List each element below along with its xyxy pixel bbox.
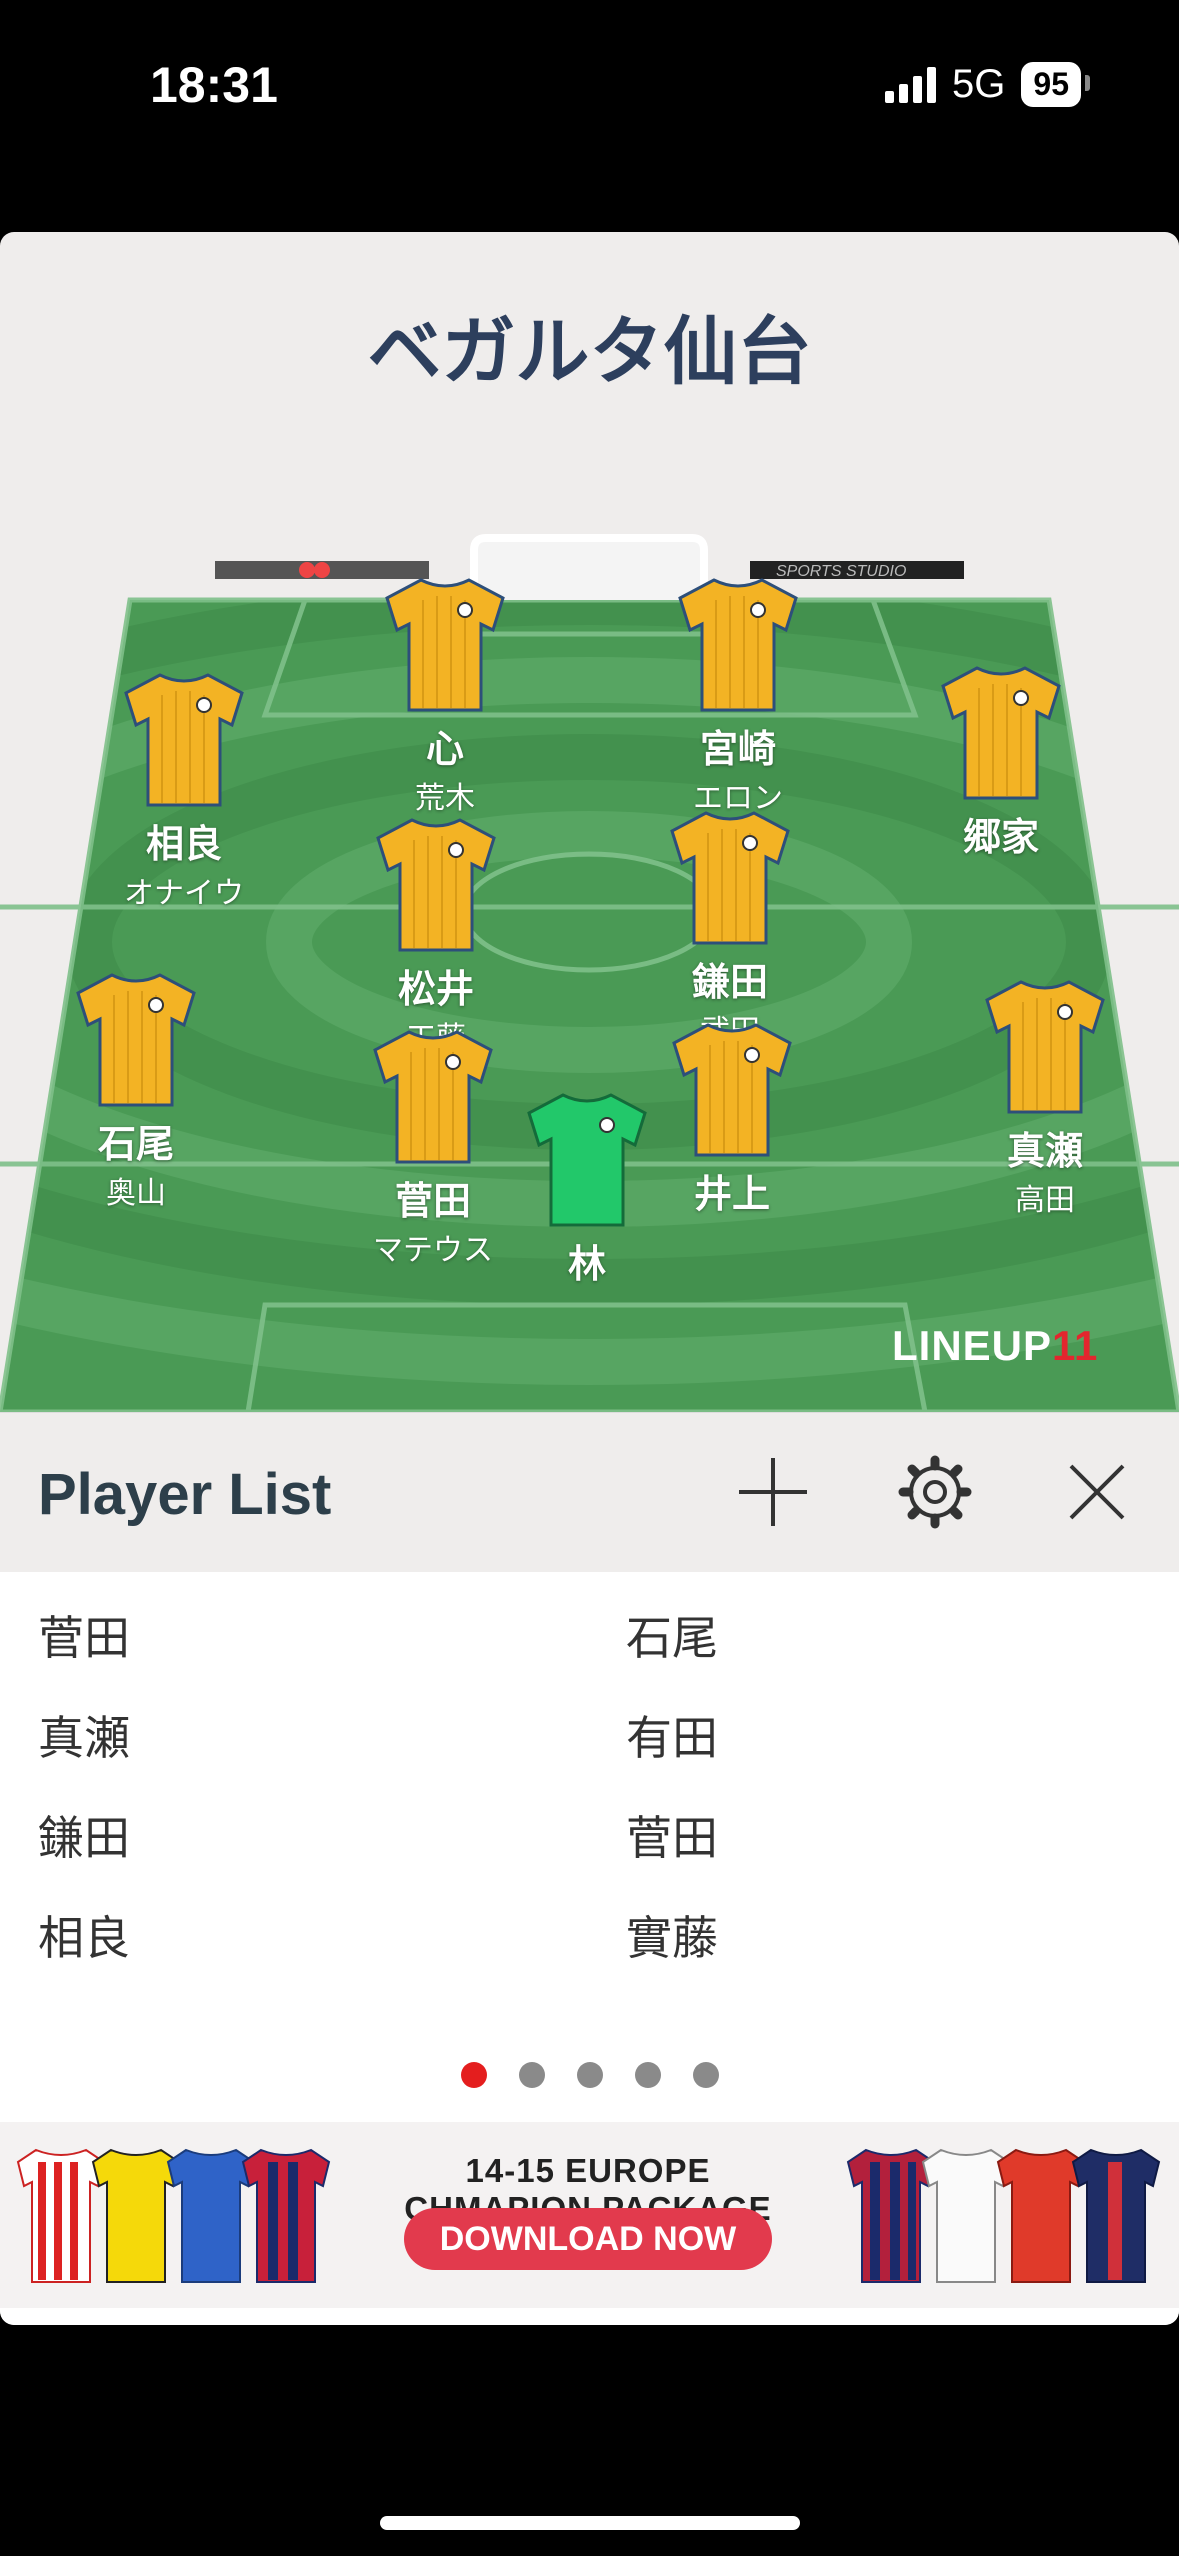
player-name: 石尾 bbox=[97, 1122, 174, 1166]
shirt-icon bbox=[124, 673, 244, 807]
status-indicators: 5G 95 bbox=[885, 62, 1090, 107]
player-5[interactable]: 松井 工藤 bbox=[336, 812, 536, 1057]
player-list-grid: 菅田 石尾 真瀬 有田 鎌田 菅田 相良 實藤 bbox=[38, 1602, 1138, 1965]
player-7[interactable]: 石尾 奥山 bbox=[36, 967, 236, 1212]
player-list-title: Player List bbox=[38, 1462, 332, 1527]
lineup-card: ベガルタ仙台 SPORTS STUDIO 心 荒木 宮崎 エロン 相良 オナイウ… bbox=[0, 232, 1179, 2325]
player-name: 郷家 bbox=[962, 815, 1039, 859]
shirt-icon bbox=[376, 818, 496, 952]
list-item[interactable]: 相良 bbox=[38, 1902, 626, 1965]
list-item[interactable]: 菅田 bbox=[38, 1602, 626, 1665]
shirt-icon bbox=[670, 811, 790, 945]
list-item[interactable]: 鎌田 bbox=[38, 1802, 626, 1865]
ad-banner[interactable]: 14-15 EUROPE CHMAPION PACKAGE DOWNLOAD N… bbox=[0, 2122, 1179, 2308]
page-dot-4[interactable] bbox=[634, 2062, 661, 2088]
player-list-header: Player List bbox=[0, 1412, 1179, 1573]
status-time: 18:31 bbox=[150, 57, 278, 113]
player-1[interactable]: 心 荒木 bbox=[345, 572, 545, 817]
player-name: 鎌田 bbox=[691, 960, 768, 1004]
signal-icon bbox=[885, 66, 937, 103]
goalkeeper-shirt-icon bbox=[527, 1093, 647, 1227]
status-bar: 18:31 5G 95 bbox=[0, 0, 1179, 175]
download-now-button[interactable]: DOWNLOAD NOW bbox=[404, 2208, 772, 2270]
list-item[interactable]: 石尾 bbox=[626, 1602, 1126, 1665]
shirt-icon bbox=[373, 1030, 493, 1164]
player-6[interactable]: 鎌田 武田 bbox=[630, 805, 830, 1050]
player-name: 相良 bbox=[145, 822, 222, 866]
player-list: 菅田 石尾 真瀬 有田 鎌田 菅田 相良 實藤 14-15 EUROPE DOW… bbox=[0, 1572, 1179, 2325]
player-sub: 荒木 bbox=[415, 781, 475, 816]
page-dot-3[interactable] bbox=[576, 2062, 603, 2088]
player-name: 真瀬 bbox=[1006, 1129, 1083, 1173]
list-item[interactable]: 菅田 bbox=[626, 1802, 1126, 1865]
player-name: 宮崎 bbox=[699, 727, 776, 771]
player-2[interactable]: 宮崎 エロン bbox=[638, 572, 838, 817]
shirt-icon bbox=[941, 666, 1061, 800]
pagination-dots bbox=[0, 2062, 1179, 2088]
shirt-icon bbox=[76, 973, 196, 1107]
shirt-icon bbox=[385, 578, 505, 712]
pitch: SPORTS STUDIO 心 荒木 宮崎 エロン 相良 オナイウ 郷家 松井 … bbox=[0, 512, 1179, 1415]
ad-kits-right-icon bbox=[846, 2148, 1161, 2283]
player-8[interactable]: 真瀬 高田 bbox=[945, 974, 1145, 1219]
player-sub: 高田 bbox=[1015, 1183, 1075, 1218]
close-icon[interactable] bbox=[1052, 1447, 1142, 1537]
shirt-icon bbox=[985, 980, 1105, 1114]
list-item[interactable]: 實藤 bbox=[626, 1902, 1126, 1965]
team-title: ベガルタ仙台 bbox=[367, 309, 812, 395]
network-label: 5G bbox=[952, 62, 1006, 106]
player-sub: オナイウ bbox=[124, 876, 244, 911]
page-dot-2[interactable] bbox=[518, 2062, 545, 2088]
player-4[interactable]: 郷家 bbox=[901, 660, 1101, 861]
brand-logo: LINEUP11 bbox=[892, 1322, 1098, 1370]
page-dot-5[interactable] bbox=[692, 2062, 719, 2088]
list-item[interactable]: 真瀬 bbox=[38, 1702, 626, 1765]
add-icon[interactable] bbox=[728, 1447, 818, 1537]
player-3[interactable]: 相良 オナイウ bbox=[84, 667, 284, 912]
brand-number: 11 bbox=[1052, 1322, 1099, 1369]
player-name: 松井 bbox=[397, 967, 474, 1011]
gear-icon[interactable] bbox=[890, 1447, 980, 1537]
player-sub: 奥山 bbox=[106, 1176, 166, 1211]
player-goalkeeper[interactable]: 林 bbox=[487, 1087, 687, 1288]
brand-text: LINEUP bbox=[892, 1322, 1053, 1369]
ad-kits-left-icon bbox=[16, 2148, 331, 2283]
shirt-icon bbox=[678, 578, 798, 712]
home-indicator[interactable] bbox=[380, 2516, 800, 2530]
page-dot-1[interactable] bbox=[460, 2062, 487, 2088]
shirt-icon bbox=[672, 1023, 792, 1157]
player-name: 心 bbox=[425, 727, 464, 771]
list-item[interactable]: 有田 bbox=[626, 1702, 1126, 1765]
player-name: 林 bbox=[567, 1242, 606, 1286]
battery-icon: 95 bbox=[1021, 62, 1090, 107]
